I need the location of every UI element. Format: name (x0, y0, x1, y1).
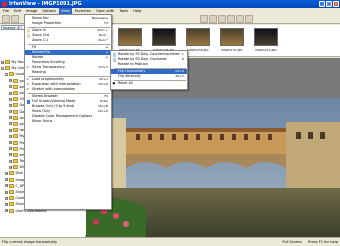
expand-icon[interactable]: + (9, 141, 12, 145)
photo-ponte-vecchio (86, 98, 340, 238)
expand-icon[interactable]: + (5, 202, 8, 206)
menu-item[interactable]: Reading (25, 70, 111, 75)
folder-icon (13, 97, 18, 102)
next-icon[interactable] (209, 15, 217, 23)
folder-icon (13, 146, 18, 151)
folder-icon (13, 165, 18, 170)
expand-icon[interactable]: - (5, 72, 8, 76)
thumbnail-caption: IMGP1214.JPG (255, 48, 277, 52)
status-mode: Full Screen (282, 240, 303, 244)
open-icon[interactable] (2, 15, 10, 23)
expand-icon[interactable]: + (5, 184, 8, 188)
expand-icon[interactable]: + (9, 79, 12, 83)
expand-icon[interactable]: + (9, 165, 12, 169)
folder-icon (13, 115, 18, 120)
menu-item[interactable]: ✔ Stretch with interpolation (25, 87, 111, 92)
view-menu-dropdown: Name Bar Backspace Image Properties F4 Zoo… (24, 14, 112, 210)
folder-icon (13, 134, 18, 139)
thumbnail-caption: IMGP1150.JPG (187, 48, 209, 52)
expand-icon[interactable]: + (5, 171, 8, 175)
expand-icon[interactable]: + (9, 122, 12, 126)
drive-icon (9, 72, 14, 77)
thumbnail-image[interactable] (220, 28, 244, 46)
drive-icon (9, 171, 14, 176)
expand-icon[interactable]: + (9, 159, 12, 163)
save-icon[interactable] (11, 15, 19, 23)
check-icon: ✔ (26, 82, 30, 86)
control-panel-icon (9, 196, 14, 201)
expand-icon[interactable]: + (5, 209, 8, 213)
folder-icon (13, 121, 18, 126)
check-icon: ✔ (26, 77, 30, 81)
zoom-in-icon (26, 29, 30, 33)
expand-icon[interactable]: + (9, 153, 12, 157)
radio-dot-icon: ● (112, 81, 116, 85)
title-bar: IrfanView - IMGP1091.JPG _ □ × (0, 0, 340, 8)
maximize-button[interactable]: □ (326, 1, 332, 7)
folder-icon (13, 128, 18, 133)
menu-item[interactable]: Flip Vertically Alt+V (111, 74, 187, 79)
rotate-left-icon (112, 53, 116, 57)
folder-icon (13, 109, 18, 114)
folder-icon (13, 140, 18, 145)
folder-icon (13, 103, 18, 108)
expand-icon[interactable]: - (1, 66, 4, 70)
expand-icon[interactable]: + (9, 134, 12, 138)
rotate-icon[interactable] (236, 15, 244, 23)
folder-icon (9, 208, 14, 213)
folder-icon (5, 60, 10, 65)
fullscreen-icon (26, 100, 30, 104)
check-icon (27, 17, 31, 21)
drive-icon (9, 190, 14, 195)
app-icon (2, 1, 7, 7)
status-bar: Flip current image horizontally Full Scr… (0, 237, 340, 246)
status-help: Press F1 for help (308, 240, 338, 244)
expand-icon[interactable]: + (5, 190, 8, 194)
expand-icon[interactable]: + (5, 178, 8, 182)
folder-icon (13, 78, 18, 83)
check-icon: ✔ (26, 87, 30, 91)
folder-icon (13, 159, 18, 164)
info-icon[interactable] (245, 15, 253, 23)
expand-icon[interactable]: + (9, 128, 12, 132)
close-button[interactable]: × (333, 1, 339, 7)
thumbnail-image[interactable] (152, 28, 176, 46)
window-controls: _ □ × (319, 1, 339, 7)
thumbnail-image[interactable] (186, 28, 210, 46)
expand-icon[interactable]: + (9, 85, 12, 89)
folder-icon (13, 84, 18, 89)
thumbnail-image[interactable] (254, 28, 278, 46)
thumbnail-caption: IMGP1157.JPG (221, 48, 243, 52)
prev-icon[interactable] (200, 15, 208, 23)
menu-item[interactable]: Zoom 1:1 Num * (25, 38, 111, 43)
expand-icon[interactable]: + (9, 116, 12, 120)
rotate-flip-submenu: Rotate by 90 Deg. Counterclockwise L Rota… (110, 50, 188, 90)
expand-icon[interactable]: + (9, 103, 12, 107)
expand-icon[interactable]: + (9, 91, 12, 95)
zoom-in-icon[interactable] (218, 15, 226, 23)
expand-icon[interactable]: + (1, 60, 4, 64)
folder-icon (13, 152, 18, 157)
window-title: IrfanView - IMGP1091.JPG (9, 1, 82, 7)
rotate-right-icon (112, 58, 116, 62)
zoom-out-icon (26, 34, 30, 38)
minimize-button[interactable]: _ (319, 1, 325, 7)
expand-icon[interactable]: + (5, 196, 8, 200)
menu-item[interactable]: Image Properties F4 (25, 21, 111, 26)
check-icon: ✔ (26, 65, 30, 69)
status-text: Flip current image horizontally (2, 240, 57, 244)
zoom-out-icon[interactable] (227, 15, 235, 23)
drive-icon (9, 183, 14, 188)
folder-icon (9, 202, 14, 207)
drive-icon (9, 177, 14, 182)
folder-icon (13, 91, 18, 96)
computer-icon (5, 66, 10, 71)
expand-icon[interactable]: + (9, 110, 12, 114)
expand-icon[interactable]: + (9, 97, 12, 101)
expand-icon[interactable]: + (9, 147, 12, 151)
thumbnail-image[interactable] (118, 28, 142, 46)
menu-item[interactable]: ● Reset All (111, 81, 187, 86)
menu-item[interactable]: Minor Focus (25, 119, 111, 124)
menu-item[interactable]: Rotate to Position (111, 62, 187, 67)
